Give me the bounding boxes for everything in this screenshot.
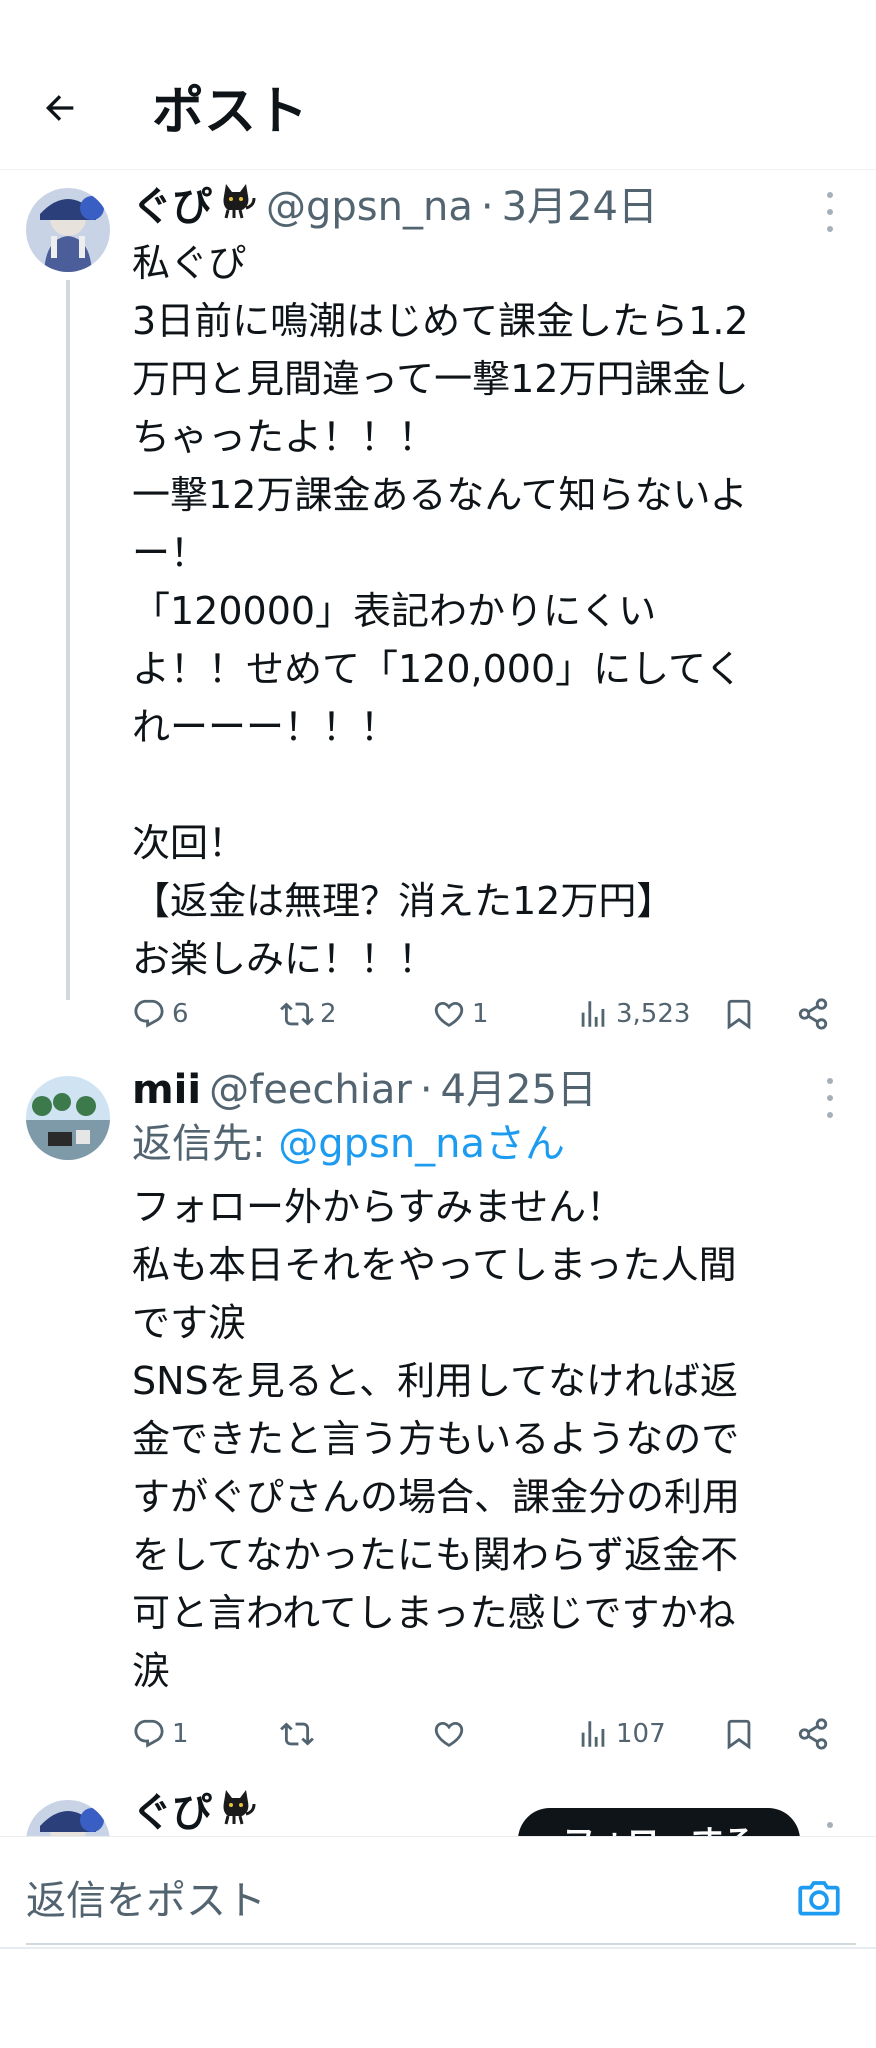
repost-button[interactable]: [280, 1710, 320, 1758]
like-button[interactable]: [432, 1710, 472, 1758]
share-icon: [798, 1718, 828, 1750]
views-icon: [581, 1001, 605, 1027]
reply-count: 1: [172, 1719, 189, 1749]
handle[interactable]: @gpsn_na: [266, 181, 473, 233]
post-header: ぐぴ: [132, 1786, 258, 1839]
bookmark-icon: [727, 999, 751, 1030]
bookmark-icon: [727, 1719, 751, 1750]
post-header: mii @feechiar · 4月25日: [132, 1064, 597, 1116]
post-text: 私ぐぴ 3日前に鳴潮はじめて課金したら1.2 万円と見間違って一撃12万円課金し…: [132, 241, 749, 981]
cat-emoji-icon: [218, 180, 258, 220]
page-title: ポスト: [152, 82, 309, 142]
like-button[interactable]: 1: [432, 990, 489, 1038]
back-arrow-icon: [45, 95, 74, 121]
post-date[interactable]: 3月24日: [502, 181, 658, 233]
reply-icon: [134, 1719, 164, 1748]
reply-composer: 返信をポスト: [0, 1836, 876, 2048]
camera-icon: [798, 1881, 840, 1916]
like-icon: [434, 1001, 464, 1027]
display-name[interactable]: ぐぴ: [132, 1787, 212, 1839]
repost-icon: [280, 1722, 314, 1746]
repost-count: 2: [320, 999, 337, 1029]
reply-icon: [134, 999, 164, 1028]
more-icon[interactable]: [820, 192, 840, 232]
avatar[interactable]: [26, 1076, 110, 1160]
thread-line: [66, 280, 70, 1000]
share-button[interactable]: [796, 1710, 830, 1758]
like-count: 1: [472, 999, 489, 1029]
repost-button[interactable]: 2: [280, 990, 337, 1038]
views-button[interactable]: 3,523: [576, 990, 690, 1038]
like-icon: [434, 1721, 464, 1747]
divider: [0, 1947, 876, 1949]
post-date[interactable]: 4月25日: [441, 1064, 597, 1116]
back-button[interactable]: [36, 84, 84, 132]
reply-input[interactable]: 返信をポスト: [26, 1859, 856, 1945]
views-icon: [581, 1721, 605, 1747]
bookmark-button[interactable]: [722, 1710, 756, 1758]
display-name[interactable]: ぐぴ: [132, 181, 212, 233]
separator-dot: ·: [480, 184, 494, 230]
handle[interactable]: @feechiar: [209, 1064, 412, 1116]
cat-emoji-icon: [218, 1786, 258, 1826]
camera-button[interactable]: [794, 1873, 844, 1923]
reply-to-link[interactable]: @gpsn_naさん: [278, 1121, 565, 1167]
separator-dot: ·: [419, 1067, 433, 1113]
share-button[interactable]: [796, 990, 830, 1038]
views-button[interactable]: 107: [576, 1710, 666, 1758]
reply-count: 6: [172, 999, 189, 1029]
reply-placeholder: 返信をポスト: [26, 1878, 266, 1924]
post-header: ぐぴ @gpsn_na · 3月24日: [132, 180, 658, 233]
views-count: 107: [616, 1719, 666, 1749]
top-bar: ポスト: [0, 0, 876, 170]
reply-context: 返信先: @gpsn_naさん: [132, 1116, 565, 1172]
avatar[interactable]: [26, 188, 110, 272]
more-icon[interactable]: [820, 1078, 840, 1118]
share-icon: [798, 998, 828, 1030]
post-actions: 1 107: [132, 1710, 842, 1758]
repost-icon: [280, 1002, 314, 1026]
reply-button[interactable]: 1: [132, 1710, 189, 1758]
display-name[interactable]: mii: [132, 1064, 201, 1116]
post-actions: 6 2 1 3,523: [132, 990, 842, 1038]
bookmark-button[interactable]: [722, 990, 756, 1038]
views-count: 3,523: [616, 999, 691, 1029]
reply-button[interactable]: 6: [132, 990, 189, 1038]
reply-prefix: 返信先:: [132, 1121, 279, 1167]
post-text: フォロー外からすみません！ 私も本日それをやってしまった人間 です涙 SNSを見…: [132, 1185, 741, 1693]
